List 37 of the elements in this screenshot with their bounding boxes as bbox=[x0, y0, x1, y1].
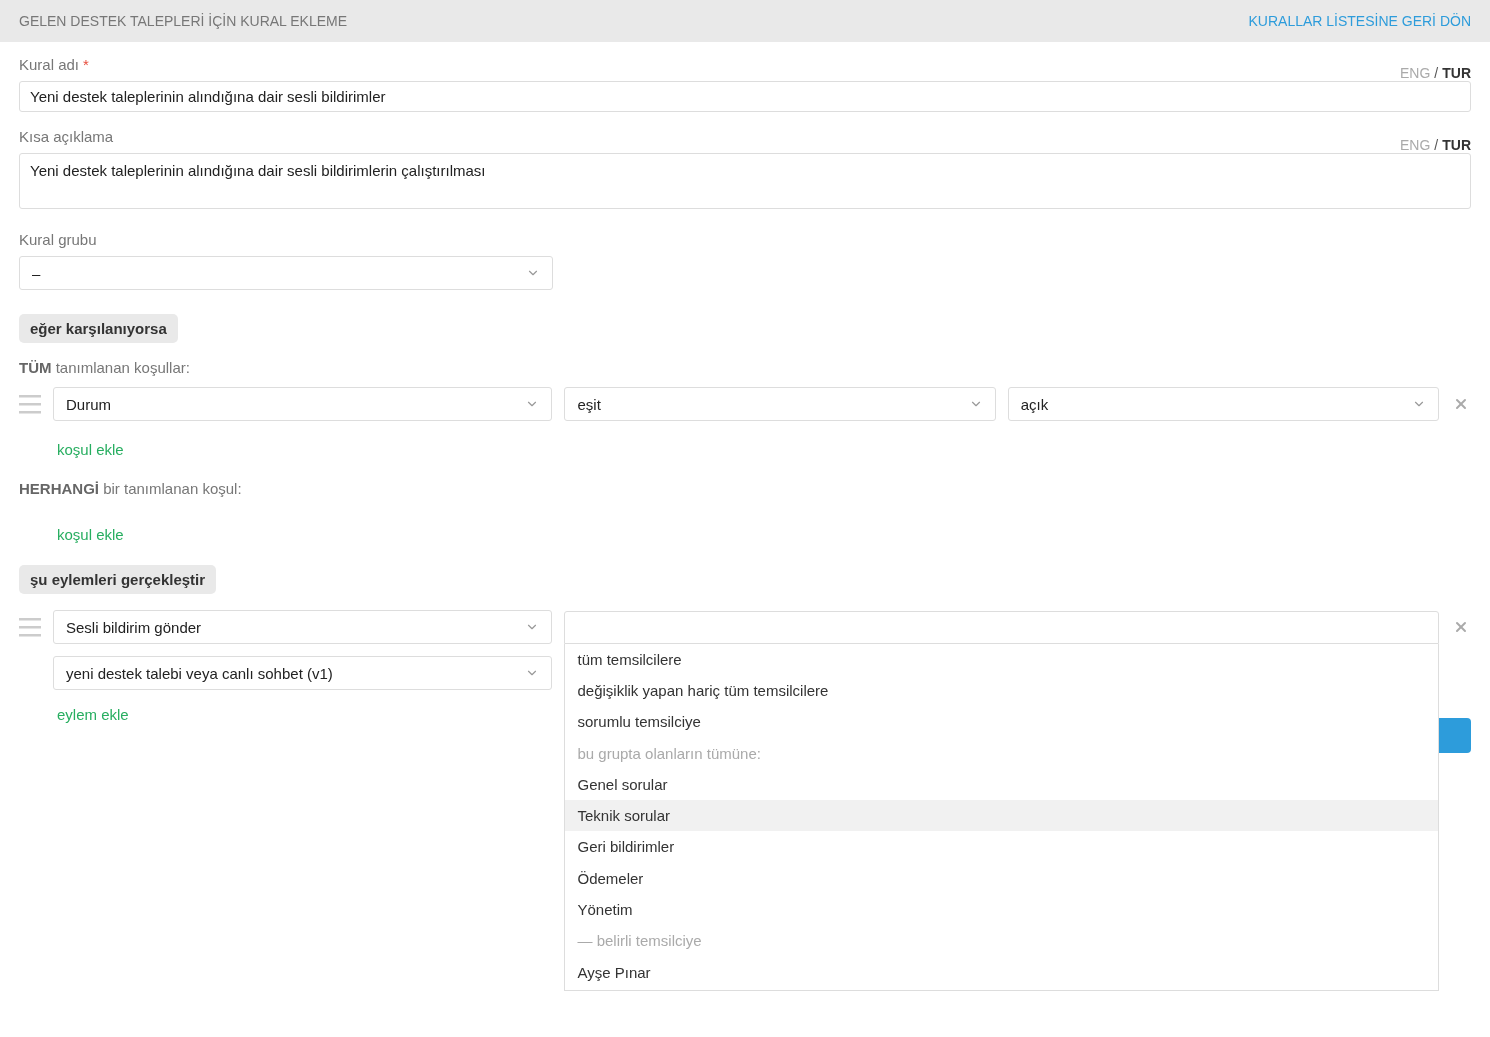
drag-handle-icon[interactable] bbox=[19, 394, 41, 414]
close-icon[interactable] bbox=[1453, 396, 1469, 412]
drag-handle-icon[interactable] bbox=[19, 617, 41, 637]
field-select[interactable]: Durum bbox=[53, 387, 553, 421]
menu-option[interactable]: Teknik sorular bbox=[565, 800, 1438, 832]
text-area[interactable]: Yeni destek taleplerinin alındığına dair sesli bildirimlerin çalıştırılması bbox=[19, 153, 1471, 209]
separator: / bbox=[1434, 65, 1439, 81]
menu-group-label: — belirli temsilciye bbox=[576, 931, 703, 952]
field-label: Kural grubu bbox=[19, 231, 97, 248]
section-badge: şu eylemleri gerçekleştir bbox=[19, 565, 217, 594]
menu-group-label: bu grupta olanların tümüne: bbox=[576, 743, 762, 764]
menu-option[interactable]: Geri bildirimler bbox=[565, 831, 1438, 863]
menu-option[interactable]: tüm temsilcilere bbox=[565, 643, 1438, 675]
section-badge: eğer karşılanıyorsa bbox=[19, 314, 178, 343]
field-label: Kısa açıklama bbox=[19, 128, 114, 145]
sound-select[interactable]: yeni destek talebi veya canlı sohbet (v1) bbox=[53, 656, 553, 690]
language-link[interactable]: TUR bbox=[1442, 137, 1471, 153]
required-mark: * bbox=[83, 56, 89, 73]
operator-select[interactable]: eşit bbox=[564, 387, 996, 421]
value-select[interactable]: açık bbox=[1007, 387, 1439, 421]
action-select[interactable]: Sesli bildirim gönder bbox=[53, 610, 553, 644]
menu-option[interactable]: Ayşe Pınar bbox=[565, 956, 1438, 988]
field-label: Kural adı bbox=[19, 56, 80, 73]
separator: / bbox=[1434, 137, 1439, 153]
menu-option[interactable]: değişiklik yapan hariç tüm temsilcilere bbox=[565, 674, 1438, 707]
group-title: TÜM tanımlanan koşullar: bbox=[19, 359, 191, 376]
menu-option[interactable]: sorumlu temsilciye bbox=[565, 706, 1438, 738]
menu-option[interactable]: Yönetim bbox=[565, 893, 1438, 926]
group-title: HERHANGİ bir tanımlanan koşul: bbox=[19, 480, 243, 497]
close-icon[interactable] bbox=[1453, 619, 1469, 635]
menu-option[interactable]: Genel sorular bbox=[565, 768, 1438, 800]
page-title: GELEN DESTEK TALEPLERİ İÇİN KURAL EKLEME bbox=[19, 13, 348, 29]
menu-option[interactable]: Ödemeler bbox=[565, 862, 1438, 894]
recipient-field[interactable] bbox=[564, 610, 1439, 644]
dropdown-select[interactable]: – bbox=[19, 256, 554, 290]
language-link[interactable]: TUR bbox=[1442, 65, 1471, 81]
text-field[interactable]: Yeni destek taleplerinin alındığına dair sesli bildirimler bbox=[19, 81, 1471, 112]
